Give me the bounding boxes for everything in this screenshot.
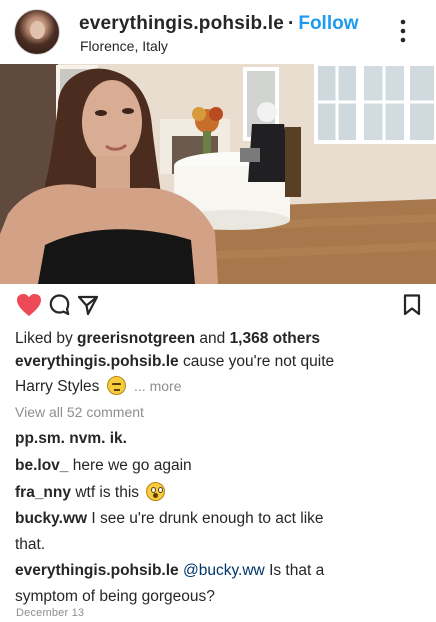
comment-text: wtf is this xyxy=(75,484,140,501)
post-photo[interactable] xyxy=(0,64,436,284)
likes-line: Liked by greerisnotgreen and 1,368 other… xyxy=(15,327,425,350)
heart-filled-icon[interactable] xyxy=(15,292,43,318)
likes-count[interactable]: 1,368 others xyxy=(230,330,320,347)
photo-image xyxy=(0,64,436,284)
comment-4: bucky.ww I see u're drunk enough to act … xyxy=(15,506,425,532)
caption-more-link[interactable]: ... more xyxy=(134,378,181,394)
post-date: December 13 xyxy=(16,607,85,619)
astonished-face-emoji xyxy=(146,482,166,501)
comment-text: here we go again xyxy=(72,457,192,474)
caption-text-1: cause you're not quite xyxy=(182,353,335,370)
comment-username[interactable]: bucky.ww xyxy=(15,510,87,527)
more-vertical-icon[interactable] xyxy=(397,18,409,44)
caption-text-2: Harry Styles xyxy=(15,378,100,395)
comment-3: fra_nny wtf is this xyxy=(15,479,425,506)
comment-icon[interactable] xyxy=(48,293,71,317)
view-all-comments-link[interactable]: View all 52 comment xyxy=(15,400,425,425)
comment-text: I see u're drunk enough to act like xyxy=(91,510,324,527)
caption-username[interactable]: everythingis.pohsib.le xyxy=(15,353,179,370)
bookmark-icon[interactable] xyxy=(402,293,422,317)
post-username[interactable]: everythingis.pohsib.le xyxy=(79,13,284,34)
comment-5: everythingis.pohsib.le @bucky.ww Is that… xyxy=(15,558,425,584)
post-header: everythingis.pohsib.le · Follow Florence, … xyxy=(0,0,436,64)
comment-2: be.lov_ here we go again xyxy=(15,452,425,479)
post-location[interactable]: Florence, Italy xyxy=(80,37,168,55)
comment-mention[interactable]: @bucky.ww xyxy=(183,562,265,579)
comment-username[interactable]: be.lov_ xyxy=(15,457,68,474)
post-details: Liked by greerisnotgreen and 1,368 other… xyxy=(15,327,425,610)
comment-username[interactable]: fra_nny xyxy=(15,484,71,501)
likes-prefix: Liked by xyxy=(15,330,73,347)
comment-1: pp.sm. nvm. ik. xyxy=(15,425,425,452)
follow-button[interactable]: Follow xyxy=(298,13,358,34)
comment-username[interactable]: pp.sm. xyxy=(15,430,65,447)
post-actions xyxy=(0,292,436,322)
comment-4-continued: that. xyxy=(15,536,46,553)
likes-joiner: and xyxy=(199,330,226,347)
separator-dot: · xyxy=(288,13,295,34)
post-user-line: everythingis.pohsib.le · Follow xyxy=(79,12,359,36)
comment-text: nvm. ik. xyxy=(69,430,127,447)
comment-username[interactable]: everythingis.pohsib.le xyxy=(15,562,179,579)
avatar[interactable] xyxy=(14,9,60,55)
comment-text: Is that a xyxy=(269,562,325,579)
caption-line-2: Harry Styles ... more xyxy=(15,373,425,400)
send-icon[interactable] xyxy=(76,293,100,317)
liker-username[interactable]: greerisnotgreen xyxy=(77,330,195,347)
unamused-face-emoji xyxy=(106,376,126,395)
caption-line-1: everythingis.pohsib.le cause you're not … xyxy=(15,350,425,373)
